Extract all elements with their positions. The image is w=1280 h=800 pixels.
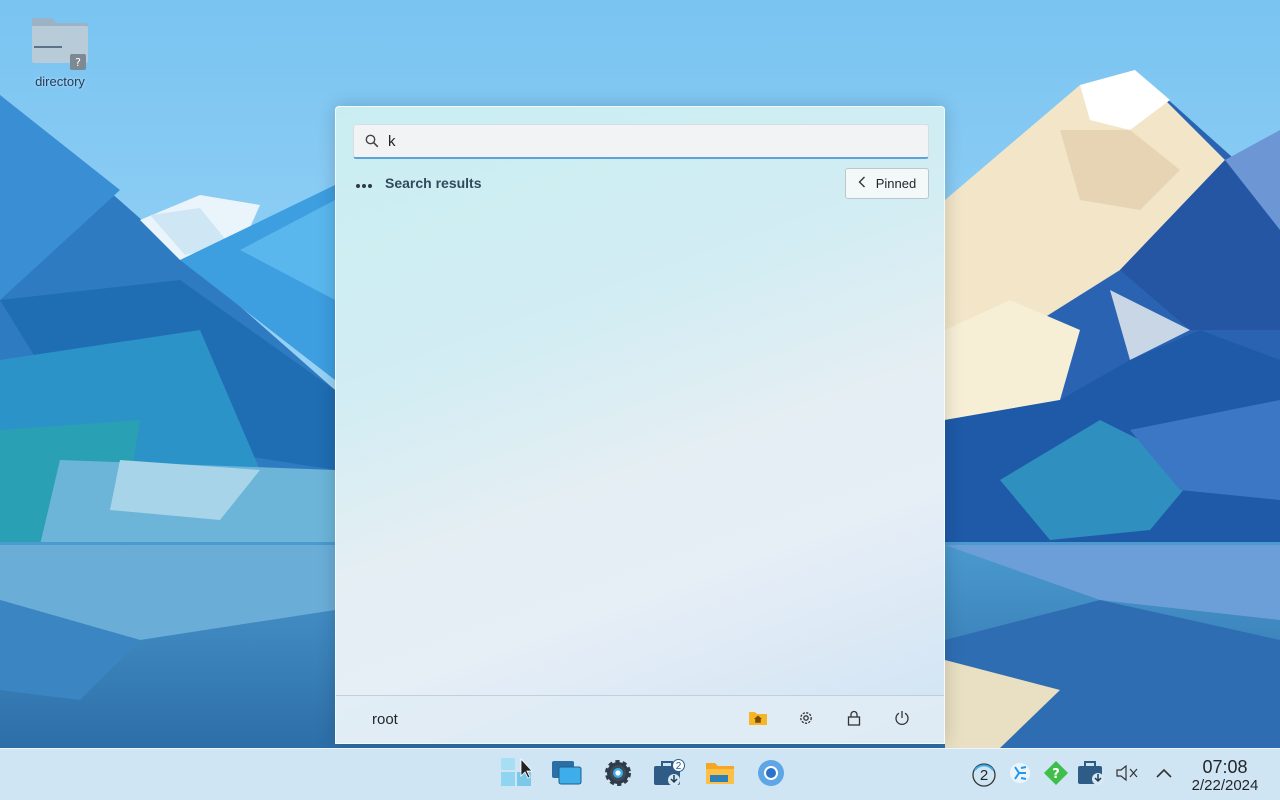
speaker-muted-icon xyxy=(1116,764,1140,787)
power-icon xyxy=(894,710,910,731)
clock-time: 07:08 xyxy=(1202,757,1248,777)
search-input[interactable] xyxy=(384,126,928,156)
home-folder-icon xyxy=(748,710,768,731)
pinned-button[interactable]: Pinned xyxy=(845,168,929,199)
application-launcher: Search results Pinned root xyxy=(335,106,945,744)
chromium-button[interactable] xyxy=(745,749,796,800)
start-menu-button[interactable] xyxy=(490,749,541,800)
desktop-icon-label: directory xyxy=(35,74,85,89)
clock[interactable]: 07:08 2/22/2024 xyxy=(1184,757,1266,795)
tray-kde-connect[interactable] xyxy=(1002,749,1038,800)
chromium-icon xyxy=(756,758,786,793)
question-diamond-icon: ? xyxy=(1043,760,1069,791)
results-header: Search results xyxy=(355,175,482,191)
pinned-button-label: Pinned xyxy=(875,176,917,191)
software-updater-button[interactable]: 2 xyxy=(643,749,694,800)
system-settings-button[interactable] xyxy=(592,749,643,800)
search-icon xyxy=(354,125,384,158)
tray-help[interactable]: ? xyxy=(1038,749,1074,800)
chevron-left-icon xyxy=(858,176,866,191)
search-field[interactable] xyxy=(353,124,929,159)
tray-show-hidden-button[interactable] xyxy=(1146,749,1182,800)
folder-unknown-icon: ? xyxy=(30,12,90,70)
update-count-badge: 2 xyxy=(672,759,685,772)
svg-text:?: ? xyxy=(75,56,81,69)
circled-number-icon: 2 xyxy=(971,762,997,788)
more-dots-icon xyxy=(355,178,375,189)
user-name: root xyxy=(372,711,398,728)
clock-date: 2/22/2024 xyxy=(1191,777,1259,794)
folder-icon xyxy=(705,760,735,791)
settings-button[interactable] xyxy=(782,704,830,736)
overlapping-windows-icon xyxy=(551,760,583,791)
svg-text:?: ? xyxy=(1052,767,1060,782)
gear-icon xyxy=(603,758,633,793)
gear-icon xyxy=(798,710,814,731)
tray-volume-muted[interactable] xyxy=(1110,749,1146,800)
kde-icon xyxy=(1009,762,1031,789)
lock-icon xyxy=(847,710,861,731)
desktop-icon-directory[interactable]: ? directory xyxy=(20,12,100,89)
lock-button[interactable] xyxy=(830,704,878,736)
task-view-button[interactable] xyxy=(541,749,592,800)
home-folder-button[interactable] xyxy=(734,704,782,736)
chevron-up-icon xyxy=(1155,766,1173,784)
briefcase-download-icon xyxy=(1077,760,1107,791)
tray-updates-count[interactable]: 2 xyxy=(966,749,1002,800)
windows-logo-icon xyxy=(499,757,533,793)
file-manager-button[interactable] xyxy=(694,749,745,800)
results-title: Search results xyxy=(385,175,482,191)
power-button[interactable] xyxy=(878,704,926,736)
launcher-footer: root xyxy=(336,695,944,743)
tray-updates-count-text: 2 xyxy=(979,766,989,784)
tray-downloads[interactable] xyxy=(1074,749,1110,800)
taskbar: 2 2 ? 07:08 2/22/2024 xyxy=(0,748,1280,800)
